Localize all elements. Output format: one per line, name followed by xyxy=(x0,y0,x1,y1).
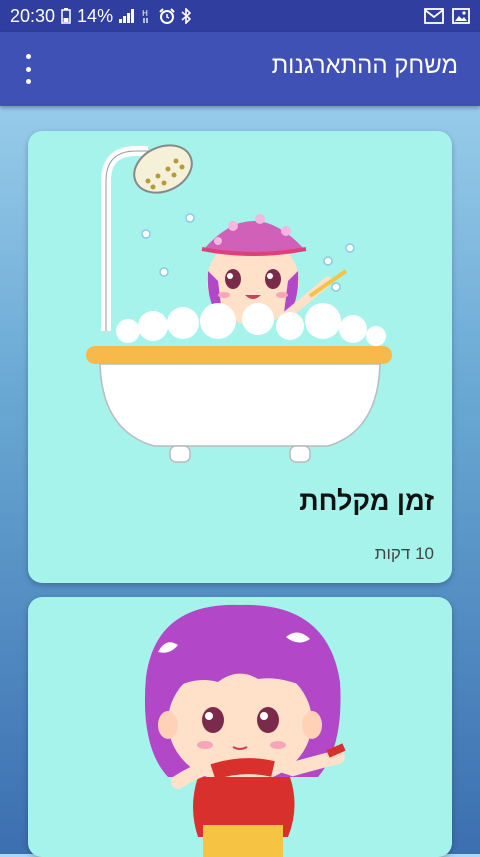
bluetooth-icon xyxy=(181,8,192,24)
gmail-icon xyxy=(424,8,444,24)
clock: 20:30 xyxy=(10,5,56,26)
status-right xyxy=(424,8,470,24)
battery-icon xyxy=(61,8,71,24)
gallery-icon xyxy=(452,8,470,24)
girl-stretching-illustration xyxy=(144,604,346,857)
overflow-menu-icon[interactable] xyxy=(16,54,40,84)
card-title: זמן מקלחת xyxy=(299,486,434,516)
signal-icon xyxy=(119,9,135,23)
battery-percent: 14% xyxy=(77,5,114,26)
girl-in-bathtub-illustration xyxy=(86,144,392,463)
card-duration: 10 דקות xyxy=(374,544,434,563)
status-bar: 20:30 14% H xyxy=(0,0,480,32)
status-left: 20:30 14% H xyxy=(10,5,192,27)
svg-text:H: H xyxy=(142,9,148,18)
activity-card[interactable]: זמן מקלחת 10 דקות xyxy=(28,131,452,583)
h-network-icon: H xyxy=(141,8,153,24)
app-bar: משחק ההתארגנות xyxy=(0,32,480,106)
app-title: משחק ההתארגנות xyxy=(271,52,458,79)
activity-card[interactable] xyxy=(28,597,452,857)
alarm-icon xyxy=(159,8,175,24)
